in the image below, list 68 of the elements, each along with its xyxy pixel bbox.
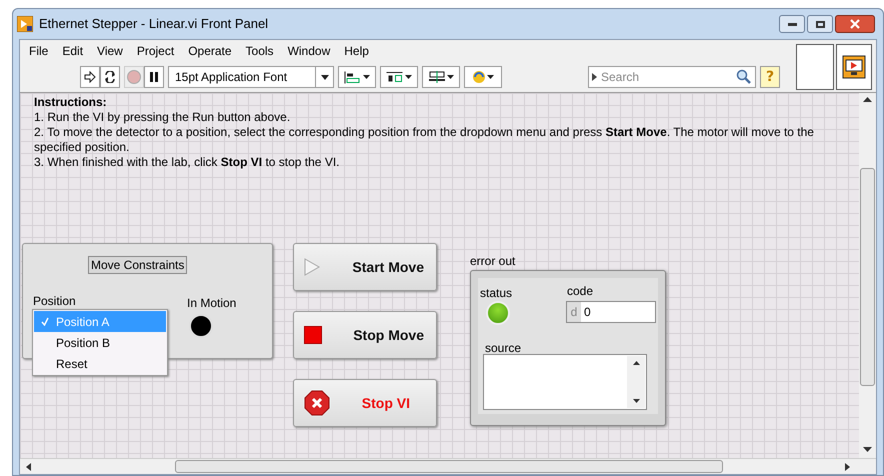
caret-icon [405, 75, 412, 79]
scroll-down-icon[interactable] [863, 447, 872, 452]
search-input[interactable]: Search [601, 68, 732, 86]
caret-icon [446, 75, 454, 79]
menu-item[interactable]: Tools [238, 42, 281, 60]
maximize-button[interactable] [807, 15, 833, 33]
caret-icon [486, 75, 494, 79]
source-label: source [485, 340, 522, 357]
indicator-label: In Motion [187, 295, 236, 312]
action-button[interactable]: Stop Move [293, 311, 437, 359]
menu-item[interactable]: View [90, 42, 130, 60]
triangle-icon [592, 73, 597, 81]
run-continuously-button[interactable] [100, 66, 120, 88]
align-objects-button[interactable] [338, 66, 376, 88]
pause-button[interactable] [144, 66, 164, 88]
menu-item[interactable]: Help [337, 42, 376, 60]
close-icon [850, 19, 860, 29]
menu-item[interactable]: File [22, 42, 56, 60]
error-out-label: error out [470, 253, 516, 270]
caret-icon [320, 74, 328, 80]
radix-indicator: d [567, 302, 581, 322]
cluster-label: Move Constraints [88, 256, 188, 274]
instruction-text: 1. Run the VI by pressing the Run button above. [34, 110, 292, 125]
menu-item[interactable]: Window [280, 42, 338, 60]
caret-icon [363, 75, 370, 79]
menu-item[interactable]: Project [130, 42, 182, 60]
stop-octagon-icon [304, 390, 330, 416]
menu-item[interactable]: Operate [181, 42, 239, 60]
scroll-up-icon[interactable] [632, 361, 640, 365]
instruction-text: 3. When finished with the lab, click Stop VI to stop the VI. [34, 155, 340, 170]
position-label: Position [33, 293, 76, 310]
reorder-button[interactable] [464, 66, 502, 88]
reorder-icon [472, 71, 484, 83]
scroll-down-icon[interactable] [632, 399, 640, 403]
play-icon [304, 258, 320, 276]
distribute-objects-button[interactable] [380, 66, 418, 88]
horizontal-scrollbar[interactable] [20, 458, 876, 474]
scroll-up-icon[interactable] [863, 97, 872, 102]
instruction-text: 2. To move the detector to a position, select the corresponding position from the dropdown menu and press Start Move. The motor will move to the specified position. [34, 125, 815, 155]
close-button[interactable] [835, 15, 875, 33]
menu-option[interactable]: Position B [34, 332, 166, 353]
cycle-arrows-icon [104, 71, 116, 83]
stop-square-icon [304, 326, 322, 344]
arrow-icon [84, 71, 96, 83]
window-title: Ethernet Stepper - Linear.vi Front Panel [39, 15, 268, 34]
align-icon [344, 70, 361, 84]
status-label: status [480, 285, 512, 302]
code-label: code [567, 283, 594, 300]
pause-icon [150, 72, 158, 82]
action-button[interactable]: Start Move [293, 243, 437, 291]
action-button[interactable]: Stop VI [293, 379, 437, 427]
run-button[interactable] [80, 66, 100, 88]
search-field[interactable]: Search [588, 66, 756, 88]
distribute-icon [386, 72, 403, 82]
scroll-right-icon[interactable] [845, 463, 850, 471]
instructions-heading: Instructions: [34, 95, 108, 110]
font-dropdown[interactable]: 15pt Application Font [168, 66, 334, 88]
minimize-button[interactable] [779, 15, 805, 33]
search-icon [736, 69, 752, 85]
resize-objects-button[interactable] [422, 66, 460, 88]
check-icon [41, 317, 49, 326]
menu-option[interactable]: Reset [34, 353, 166, 374]
app-icon [17, 16, 33, 32]
vi-icon [842, 55, 866, 79]
resize-icon [428, 71, 444, 83]
code-field: d 0 [566, 301, 656, 323]
scroll-left-icon[interactable] [26, 463, 31, 471]
menu-item[interactable]: Edit [55, 42, 90, 60]
